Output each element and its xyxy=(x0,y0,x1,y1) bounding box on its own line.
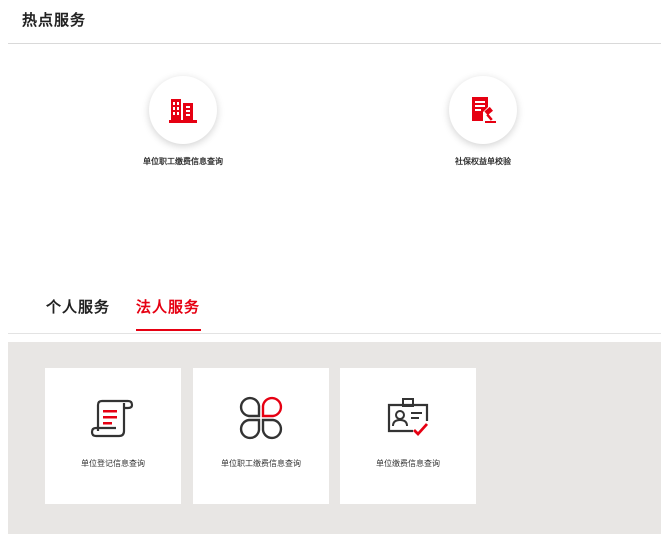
document-gavel-icon xyxy=(472,97,496,123)
card-icon-wrapper xyxy=(382,392,434,444)
service-card-label: 单位登记信息查询 xyxy=(81,459,145,468)
card-icon-wrapper xyxy=(235,392,287,444)
corporate-services-panel: 单位登记信息查询 单位职工缴费信息查询 单位缴费信息查询 xyxy=(8,342,661,534)
hot-service-label: 社保权益单校验 xyxy=(455,157,511,166)
hot-services-divider xyxy=(8,43,661,44)
service-card-employee-payment[interactable]: 单位职工缴费信息查询 xyxy=(193,368,329,504)
service-card-label: 单位职工缴费信息查询 xyxy=(221,459,301,468)
service-card-unit-payment[interactable]: 单位缴费信息查询 xyxy=(340,368,476,504)
building-icon xyxy=(169,99,197,123)
hot-service-icon-circle xyxy=(149,76,217,144)
id-card-check-icon xyxy=(387,398,429,437)
hot-service-label: 单位职工缴费信息查询 xyxy=(143,157,223,166)
page: 热点服务 单位职工缴费信息查询 社保权益单校验 个人服务 法人服务 单位登记信息… xyxy=(0,0,665,534)
service-card-unit-registration[interactable]: 单位登记信息查询 xyxy=(45,368,181,504)
active-tab-indicator xyxy=(136,329,201,331)
tab-corporate-services[interactable]: 法人服务 xyxy=(136,296,200,325)
service-card-label: 单位缴费信息查询 xyxy=(376,459,440,468)
card-icon-wrapper xyxy=(87,392,139,444)
tabs-divider xyxy=(8,333,661,334)
scroll-document-icon xyxy=(90,399,134,438)
hot-services-title: 热点服务 xyxy=(22,11,87,29)
hot-service-rights-verification[interactable]: 社保权益单校验 xyxy=(393,76,573,167)
service-tabs: 个人服务 法人服务 xyxy=(0,296,665,334)
tab-personal-services[interactable]: 个人服务 xyxy=(46,296,110,325)
hot-service-employee-payment[interactable]: 单位职工缴费信息查询 xyxy=(93,76,273,167)
hot-service-icon-circle xyxy=(449,76,517,144)
four-petal-icon xyxy=(239,396,283,440)
